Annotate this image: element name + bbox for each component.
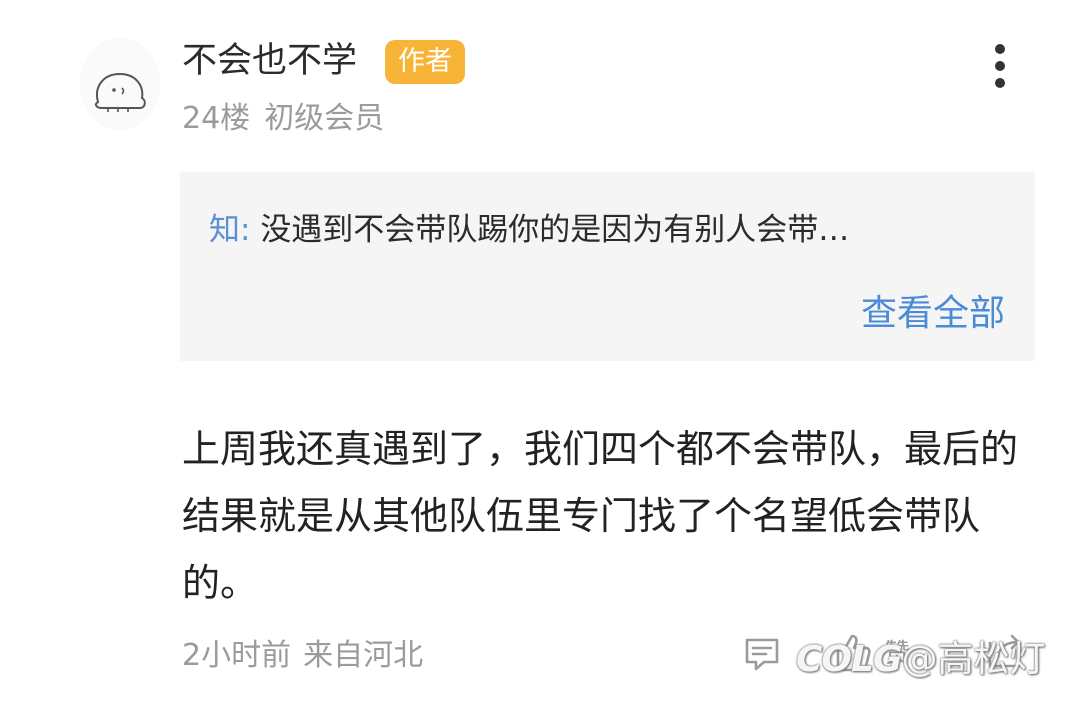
author-badge: 作者 [385,40,465,84]
quote-author[interactable]: 知: [209,212,250,248]
quote-text: 没遇到不会带队踢你的是因为有别人会带… [260,212,850,248]
footer-meta: 2小时前 来自河北 [182,634,423,678]
post-body: 上周我还真遇到了，我们四个都不会带队，最后的结果就是从其他队伍里专门找了个名望低… [182,427,1019,605]
post-time: 2小时前 [182,638,292,673]
post-meta: 24楼 初级会员 [182,98,384,140]
cartoon-avatar-icon [94,72,146,112]
view-all-link[interactable]: 查看全部 [861,290,1005,338]
username[interactable]: 不会也不学 [182,38,357,84]
share-icon[interactable] [984,632,1024,672]
post-location: 来自河北 [303,638,424,673]
user-avatar[interactable] [80,38,160,130]
quote-line: 知: 没遇到不会带队踢你的是因为有别人会带… [209,208,849,252]
thumbs-up-icon[interactable] [832,630,874,674]
more-options-icon[interactable] [984,42,1016,90]
floor-number: 24楼 [182,101,251,136]
quoted-reply[interactable]: 知: 没遇到不会带队踢你的是因为有别人会带… 查看全部 [180,172,1035,361]
member-level: 初级会员 [264,101,385,136]
like-label[interactable]: 赞 [884,632,910,676]
comment-icon[interactable] [742,634,782,674]
